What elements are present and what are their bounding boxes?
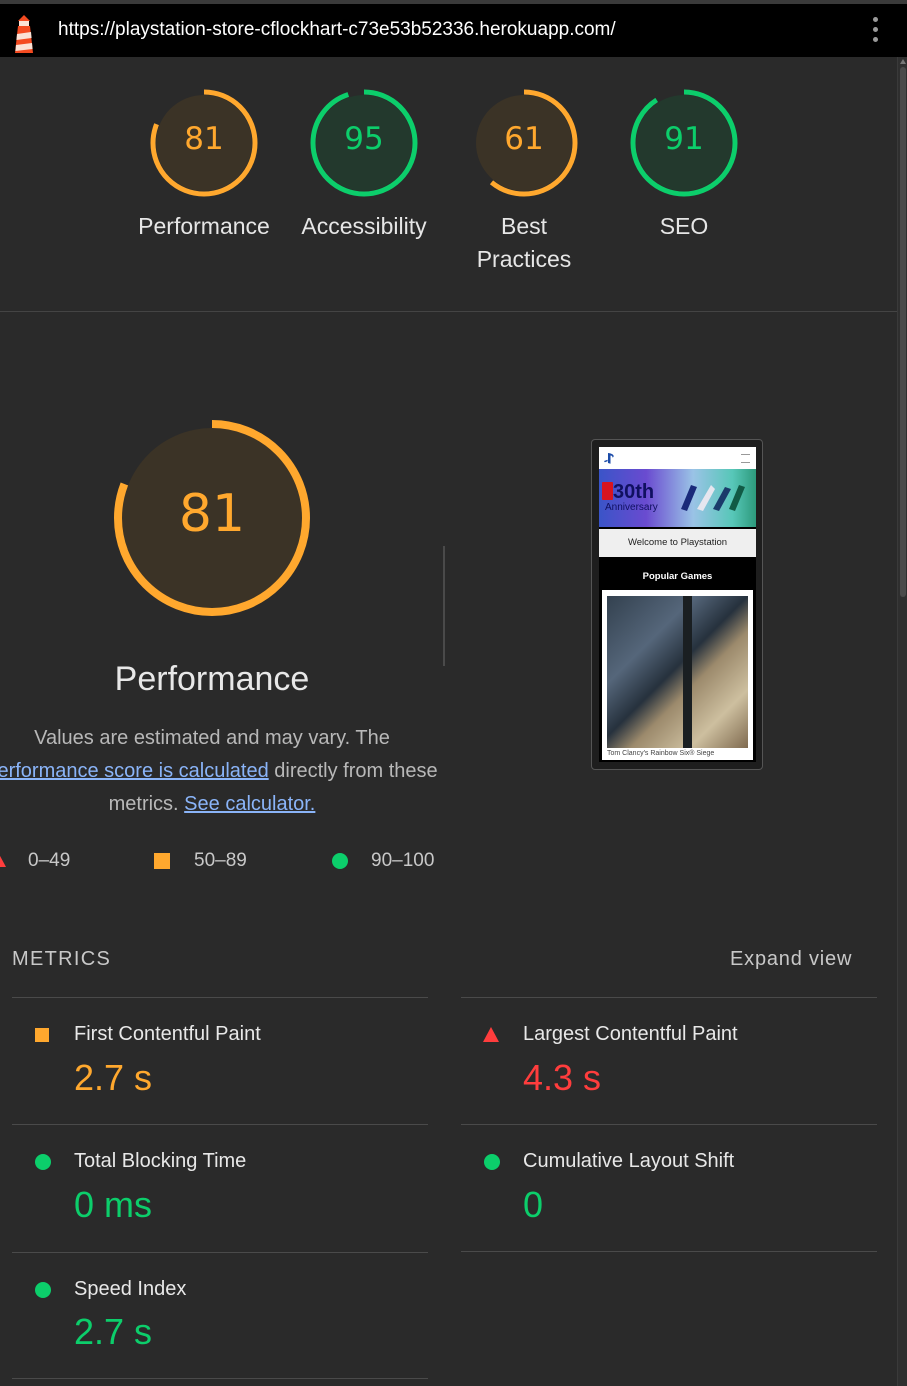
scrollbar[interactable] <box>897 57 907 1386</box>
playstation-logo-icon <box>604 453 614 464</box>
performance-gauge-large: 81 <box>112 418 312 618</box>
green-circle-icon <box>332 853 348 869</box>
performance-score: 81 <box>178 484 246 544</box>
legend-average: 50–89 <box>154 850 247 872</box>
screenshot-popular-heading: Popular Games <box>642 571 713 582</box>
game-caption: Tom Clancy's Rainbow Six® Siege <box>607 750 715 757</box>
screenshot-welcome: Welcome to Playstation <box>599 529 756 557</box>
expand-view-toggle[interactable]: Expand view <box>730 948 852 971</box>
metric-value-cls: 0 <box>523 1184 544 1225</box>
green-circle-icon <box>35 1282 51 1298</box>
hamburger-icon <box>741 454 750 463</box>
screenshot-navbar <box>599 447 756 469</box>
metric-divider <box>12 997 428 998</box>
green-circle-icon <box>484 1154 500 1170</box>
gauge-accessibility[interactable]: 95 Accessibility <box>284 89 444 243</box>
metric-label-tbt: Total Blocking Time <box>74 1150 247 1172</box>
metric-value-fcp: 2.7 s <box>74 1057 153 1098</box>
game-art-image <box>607 596 748 748</box>
orange-square-icon <box>154 853 170 869</box>
gauge-label: SEO <box>659 213 709 239</box>
screenshot-banner: 30th Anniversary <box>599 469 756 527</box>
gauge-label: Accessibility <box>301 213 427 239</box>
legend-range: 50–89 <box>194 850 247 871</box>
gauge-best-practices[interactable]: 61 Best Practices <box>444 89 604 276</box>
metric-value-lcp: 4.3 s <box>523 1057 602 1098</box>
orange-square-icon <box>35 1028 49 1042</box>
metric-label-lcp: Largest Contentful Paint <box>523 1023 738 1045</box>
metric-label-cls: Cumulative Layout Shift <box>523 1150 735 1172</box>
metrics-heading: METRICS <box>12 948 112 970</box>
performance-title: Performance <box>114 660 310 698</box>
lighthouse-icon <box>15 15 33 53</box>
gauge-label: Best Practices <box>476 213 572 272</box>
final-screenshot[interactable]: 30th Anniversary Welcome to Playstation … <box>591 439 763 770</box>
gauge-score: 61 <box>504 121 544 157</box>
ps-red-logo-icon <box>602 482 613 500</box>
metric-label-fcp: First Contentful Paint <box>74 1023 261 1045</box>
legend-range: 0–49 <box>28 850 71 871</box>
gauge-label: Performance <box>138 213 270 239</box>
legend-range: 90–100 <box>371 850 435 871</box>
gauge-score: 81 <box>184 121 224 157</box>
metric-value-tbt: 0 ms <box>74 1184 153 1225</box>
metric-divider <box>12 1252 428 1253</box>
gauge-score: 91 <box>664 121 704 157</box>
gauge-performance[interactable]: 81 Performance <box>124 89 284 243</box>
legend-fail: 0–49 <box>0 850 71 872</box>
banner-number: 30th <box>613 481 655 503</box>
gauge-seo[interactable]: 91 SEO <box>604 89 764 243</box>
metric-value-si: 2.7 s <box>74 1311 153 1352</box>
metric-divider <box>12 1378 428 1379</box>
green-circle-icon <box>35 1154 51 1170</box>
metric-divider <box>461 1251 877 1252</box>
scroll-up-arrow-icon[interactable] <box>900 59 906 64</box>
scrollbar-thumb[interactable] <box>900 67 906 597</box>
gauge-score: 95 <box>344 121 384 157</box>
score-calculation-link[interactable]: performance score is calculated <box>0 760 269 782</box>
screenshot-game-card: Tom Clancy's Rainbow Six® Siege <box>602 590 753 760</box>
section-divider <box>0 311 897 312</box>
banner-subtitle: Anniversary <box>605 502 658 513</box>
vertical-divider <box>443 546 445 666</box>
metric-divider <box>461 1124 877 1125</box>
more-menu-icon[interactable] <box>873 17 878 47</box>
metric-divider <box>461 997 877 998</box>
see-calculator-link[interactable]: See calculator. <box>184 793 315 815</box>
screenshot-page: 30th Anniversary Welcome to Playstation … <box>599 447 756 762</box>
desc-text: Values are estimated and may vary. The <box>34 727 390 749</box>
art-divider <box>683 596 692 748</box>
metric-divider <box>12 1124 428 1125</box>
red-triangle-icon <box>0 854 6 867</box>
red-triangle-icon <box>483 1027 499 1042</box>
metric-label-si: Speed Index <box>74 1278 187 1300</box>
performance-description: Values are estimated and may vary. The p… <box>0 722 438 821</box>
ps-shapes-icon <box>681 485 745 511</box>
url-text[interactable]: https://playstation-store-cflockhart-c73… <box>58 19 616 41</box>
legend-pass: 90–100 <box>332 850 435 872</box>
url-bar: https://playstation-store-cflockhart-c73… <box>0 0 907 57</box>
